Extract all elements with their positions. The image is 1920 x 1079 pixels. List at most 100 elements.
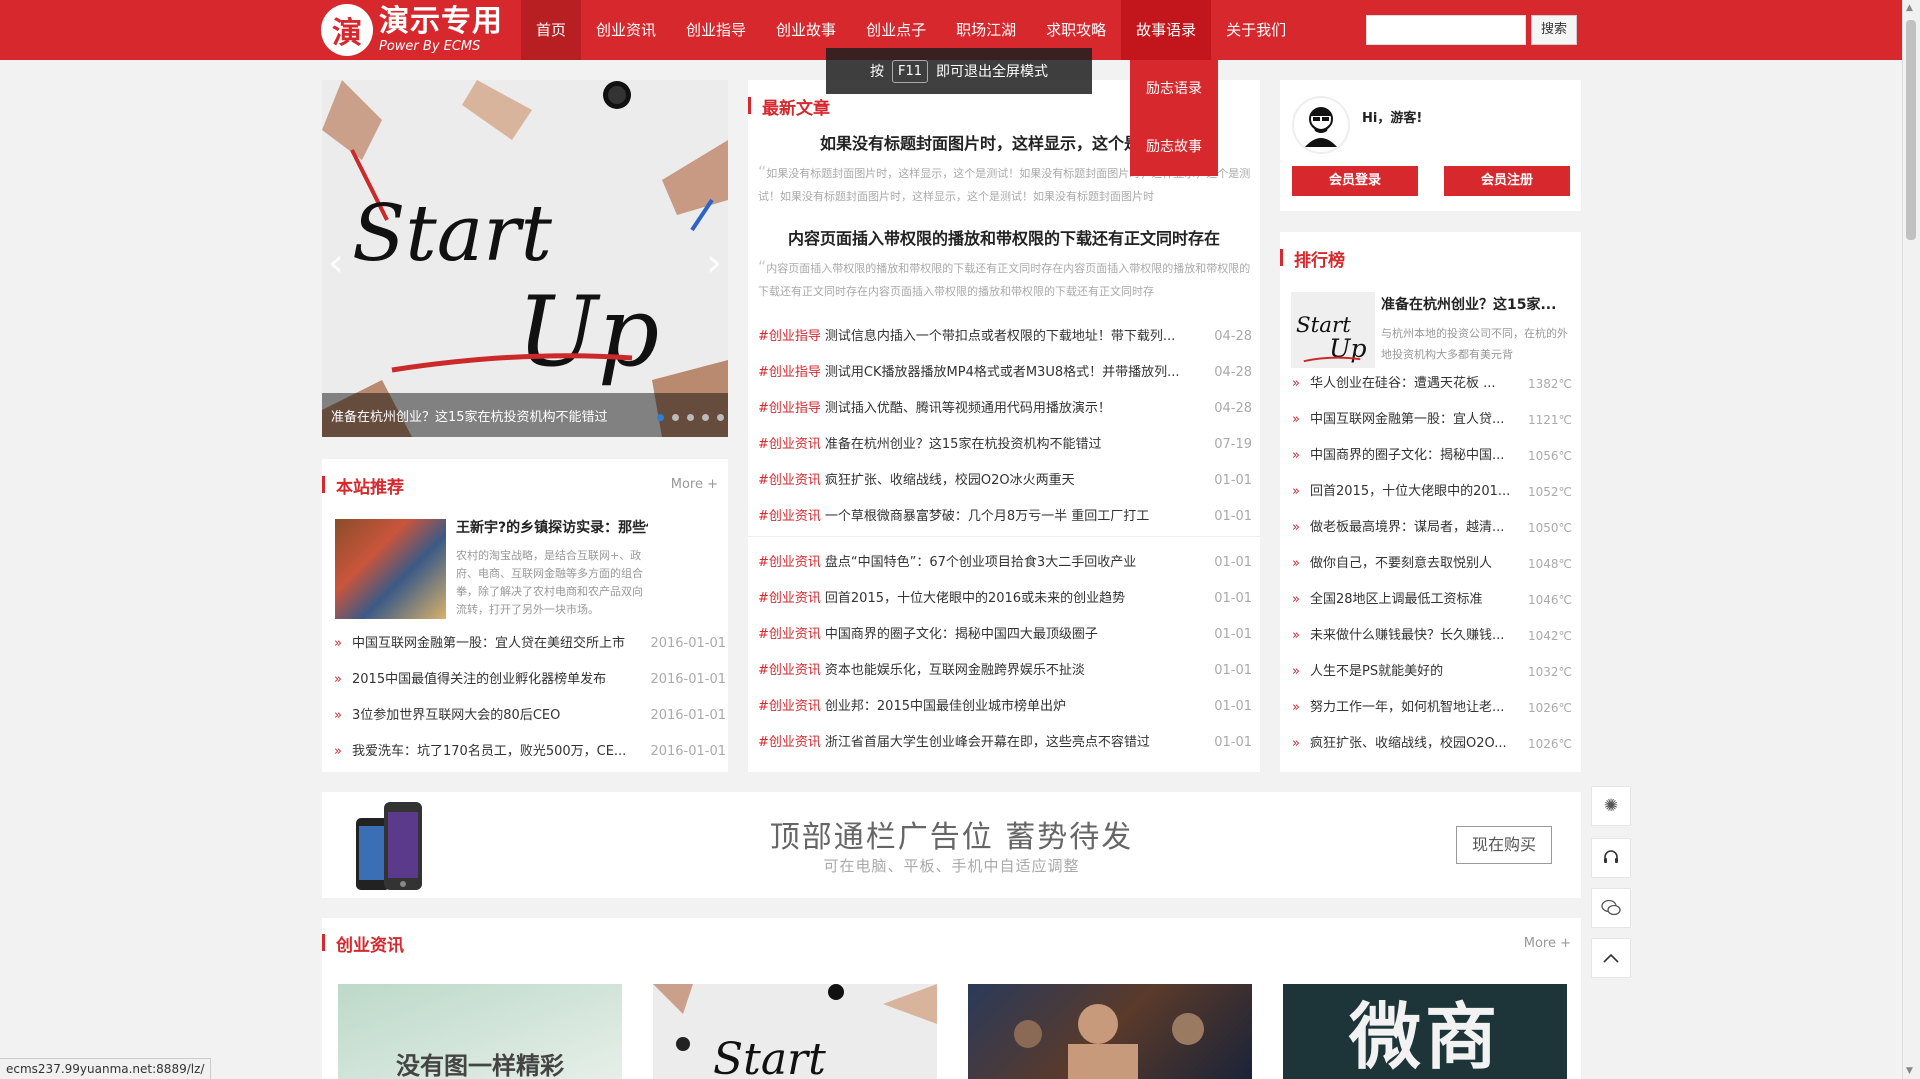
list-item-title[interactable]: 2015中国最值得关注的创业孵化器榜单发布: [352, 662, 644, 698]
list-item-category[interactable]: #创业资讯: [758, 689, 821, 725]
list-item-category[interactable]: #创业指导: [758, 319, 821, 355]
dropdown-item-lizhi-yulu[interactable]: 励志语录: [1130, 60, 1218, 118]
list-item[interactable]: » 全国28地区上调最低工资标准 1046℃: [1292, 582, 1572, 618]
nav-gushi-yulu[interactable]: 故事语录: [1121, 0, 1212, 60]
list-item-category[interactable]: #创业资讯: [758, 499, 821, 535]
recommend-more-link[interactable]: More +: [671, 477, 718, 492]
list-item[interactable]: #创业资讯 资本也能娱乐化，互联网金融跨界娱乐不扯淡 01-01: [758, 653, 1252, 689]
list-item-title[interactable]: 测试用CK播放器播放MP4格式或者M3U8格式！并带播放列...: [825, 355, 1202, 391]
slider-dot[interactable]: [687, 414, 694, 421]
list-item[interactable]: » 人生不是PS就能美好的 1032℃: [1292, 654, 1572, 690]
list-item[interactable]: #创业资讯 盘点“中国特色”：67个创业项目拾食3大二手回收产业 01-01: [758, 545, 1252, 581]
list-item-title[interactable]: 做你自己，不要刻意去取悦别人: [1310, 546, 1522, 582]
list-item[interactable]: » 努力工作一年，如何机智地让老... 1026℃: [1292, 690, 1572, 726]
list-item[interactable]: #创业资讯 一个草根微商暴富梦破：几个月8万亏一半 重回工厂打工 01-01: [758, 499, 1252, 535]
register-button[interactable]: 会员注册: [1444, 166, 1570, 196]
list-item-category[interactable]: #创业资讯: [758, 725, 821, 761]
list-item[interactable]: #创业资讯 创业邦：2015中国最佳创业城市榜单出炉 01-01: [758, 689, 1252, 725]
list-item-title[interactable]: 做老板最高境界：谋局者，越清...: [1310, 510, 1522, 546]
list-item-title[interactable]: 盘点“中国特色”：67个创业项目拾食3大二手回收产业: [825, 545, 1202, 581]
list-item-category[interactable]: #创业资讯: [758, 427, 821, 463]
slider-dot[interactable]: [672, 414, 679, 421]
search-button[interactable]: 搜索: [1531, 15, 1577, 45]
list-item-title[interactable]: 回首2015，十位大佬眼中的201...: [1310, 474, 1522, 510]
list-item-title[interactable]: 疯狂扩张、收缩战线，校园O2O...: [1310, 726, 1522, 762]
hero-slider[interactable]: Start Up ‹ › 准备在杭州创业？这15家在杭投资机构不能错过: [322, 80, 728, 437]
scroll-down-icon[interactable]: ▼: [1906, 1066, 1913, 1076]
slider-dot[interactable]: [702, 414, 709, 421]
list-item[interactable]: » 中国互联网金融第一股：宜人贷在美纽交所上市 2016-01-01: [334, 626, 726, 662]
list-item[interactable]: » 疯狂扩张、收缩战线，校园O2O... 1026℃: [1292, 726, 1572, 762]
ad-banner[interactable]: 顶部通栏广告位 蓄势待发 可在电脑、平板、手机中自适应调整 现在购买: [322, 792, 1581, 898]
theme-toggle-icon[interactable]: ✺: [1591, 786, 1631, 826]
buy-now-button[interactable]: 现在购买: [1456, 826, 1552, 864]
scrollbar-thumb[interactable]: [1906, 20, 1916, 240]
list-item[interactable]: » 做老板最高境界：谋局者，越清... 1050℃: [1292, 510, 1572, 546]
list-item[interactable]: #创业指导 测试用CK播放器播放MP4格式或者M3U8格式！并带播放列... 04-…: [758, 355, 1252, 391]
list-item-title[interactable]: 中国商界的圈子文化：揭秘中国...: [1310, 438, 1522, 474]
list-item-category[interactable]: #创业资讯: [758, 617, 821, 653]
site-logo[interactable]: 演 演示专用 Power By ECMS: [321, 4, 503, 56]
list-item-title[interactable]: 测试信息内插入一个带扣点或者权限的下载地址！带下载列...: [825, 319, 1202, 355]
list-item-title[interactable]: 努力工作一年，如何机智地让老...: [1310, 690, 1522, 726]
list-item[interactable]: #创业指导 测试插入优酷、腾讯等视频通用代码用播放演示！ 04-28: [758, 391, 1252, 427]
list-item[interactable]: » 中国互联网金融第一股：宜人贷... 1121℃: [1292, 402, 1572, 438]
list-item-category[interactable]: #创业资讯: [758, 653, 821, 689]
list-item-title[interactable]: 创业邦：2015中国最佳创业城市榜单出炉: [825, 689, 1202, 725]
slider-next-arrow[interactable]: ›: [706, 240, 722, 286]
list-item[interactable]: » 做你自己，不要刻意去取悦别人 1048℃: [1292, 546, 1572, 582]
article-thumbnail[interactable]: 微商: [1283, 984, 1567, 1079]
list-item-title[interactable]: 中国互联网金融第一股：宜人贷在美纽交所上市: [352, 626, 644, 662]
ranking-thumbnail[interactable]: Start Up: [1291, 292, 1375, 368]
list-item-title[interactable]: 3位参加世界互联网大会的80后CEO: [352, 698, 644, 734]
list-item-title[interactable]: 未来做什么赚钱最快？长久赚钱...: [1310, 618, 1522, 654]
article-thumbnail[interactable]: 没有图一样精彩: [338, 984, 622, 1079]
list-item-title[interactable]: 一个草根微商暴富梦破：几个月8万亏一半 重回工厂打工: [825, 499, 1202, 535]
nav-about[interactable]: 关于我们: [1211, 0, 1301, 60]
dropdown-item-lizhi-gushi[interactable]: 励志故事: [1130, 118, 1218, 176]
article-thumbnail[interactable]: [968, 984, 1252, 1079]
list-item[interactable]: #创业资讯 准备在杭州创业？这15家在杭投资机构不能错过 07-19: [758, 427, 1252, 463]
recommend-thumbnail[interactable]: [335, 519, 446, 619]
list-item-category[interactable]: #创业资讯: [758, 581, 821, 617]
list-item[interactable]: #创业资讯 浙江省首届大学生创业峰会开幕在即，这些亮点不容错过 01-01: [758, 725, 1252, 761]
list-item-title[interactable]: 华人创业在硅谷：遭遇天花板 ...: [1310, 366, 1522, 402]
list-item[interactable]: » 华人创业在硅谷：遭遇天花板 ... 1382℃: [1292, 366, 1572, 402]
list-item-category[interactable]: #创业指导: [758, 391, 821, 427]
list-item-title[interactable]: 资本也能娱乐化，互联网金融跨界娱乐不扯淡: [825, 653, 1202, 689]
back-to-top-icon[interactable]: [1591, 938, 1631, 978]
list-item-title[interactable]: 疯狂扩张、收缩战线，校园O2O冰火两重天: [825, 463, 1202, 499]
slider-caption[interactable]: 准备在杭州创业？这15家在杭投资机构不能错过: [331, 406, 608, 425]
list-item[interactable]: #创业资讯 疯狂扩张、收缩战线，校园O2O冰火两重天 01-01: [758, 463, 1252, 499]
search-input[interactable]: [1366, 15, 1526, 45]
list-item[interactable]: » 回首2015，十位大佬眼中的201... 1052℃: [1292, 474, 1572, 510]
nav-home[interactable]: 首页: [521, 0, 582, 60]
chuangye-zixun-more-link[interactable]: More +: [1524, 936, 1571, 951]
list-item-title[interactable]: 测试插入优酷、腾讯等视频通用代码用播放演示！: [825, 391, 1202, 427]
featured-article-title[interactable]: 内容页面插入带权限的播放和带权限的下载还有正文同时存在: [748, 225, 1260, 249]
login-button[interactable]: 会员登录: [1292, 166, 1418, 196]
list-item-title[interactable]: 中国商界的圈子文化：揭秘中国四大最顶级圈子: [825, 617, 1202, 653]
list-item[interactable]: #创业资讯 中国商界的圈子文化：揭秘中国四大最顶级圈子 01-01: [758, 617, 1252, 653]
list-item-title[interactable]: 人生不是PS就能美好的: [1310, 654, 1522, 690]
slider-dot[interactable]: [657, 414, 664, 421]
list-item-title[interactable]: 全国28地区上调最低工资标准: [1310, 582, 1522, 618]
nav-chuangye-zhidao[interactable]: 创业指导: [671, 0, 761, 60]
list-item[interactable]: » 我爱洗车：坑了170名员工，败光500万，CE... 2016-01-01: [334, 734, 726, 770]
list-item-title[interactable]: 准备在杭州创业？这15家在杭投资机构不能错过: [825, 427, 1202, 463]
slider-prev-arrow[interactable]: ‹: [328, 240, 344, 286]
recommend-top-title[interactable]: 王新宇?的乡镇探访实录：那些你不...: [456, 517, 648, 537]
article-thumbnail[interactable]: Start: [653, 984, 937, 1079]
list-item-title[interactable]: 浙江省首届大学生创业峰会开幕在即，这些亮点不容错过: [825, 725, 1202, 761]
list-item-title[interactable]: 中国互联网金融第一股：宜人贷...: [1310, 402, 1522, 438]
customer-service-icon[interactable]: [1591, 838, 1631, 878]
wechat-icon[interactable]: [1591, 888, 1631, 928]
list-item-category[interactable]: #创业资讯: [758, 463, 821, 499]
list-item[interactable]: #创业资讯 回首2015，十位大佬眼中的2016或未来的创业趋势 01-01: [758, 581, 1252, 617]
slider-dot[interactable]: [717, 414, 724, 421]
list-item[interactable]: » 2015中国最值得关注的创业孵化器榜单发布 2016-01-01: [334, 662, 726, 698]
list-item-category[interactable]: #创业指导: [758, 355, 821, 391]
list-item-title[interactable]: 回首2015，十位大佬眼中的2016或未来的创业趋势: [825, 581, 1202, 617]
list-item[interactable]: » 中国商界的圈子文化：揭秘中国... 1056℃: [1292, 438, 1572, 474]
nav-chuangye-zixun[interactable]: 创业资讯: [581, 0, 671, 60]
